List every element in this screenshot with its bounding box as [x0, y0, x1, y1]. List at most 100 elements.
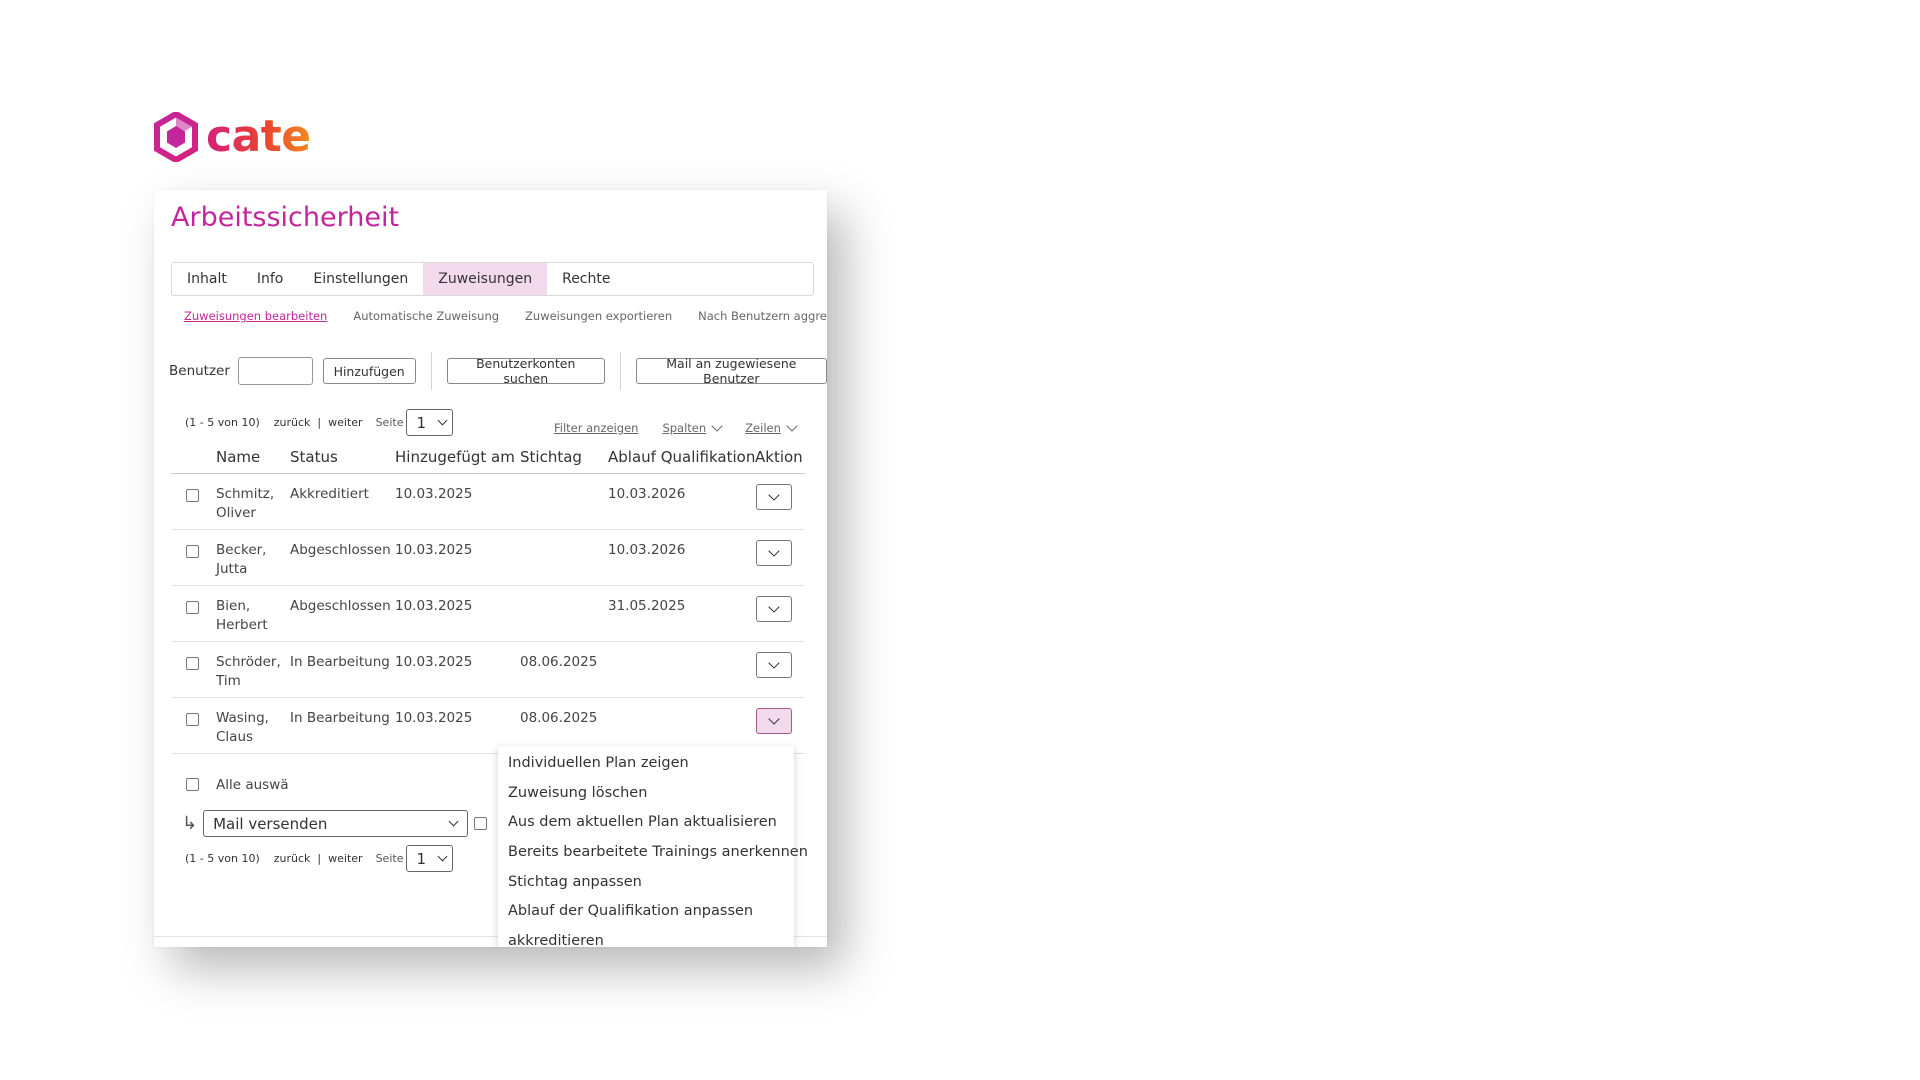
- row-action-button[interactable]: [756, 540, 792, 566]
- table-row: Schröder, Tim In Bearbeitung 10.03.2025 0…: [171, 642, 805, 698]
- row-name-first: Jutta: [216, 561, 248, 577]
- add-user-button[interactable]: Hinzufügen: [322, 358, 416, 384]
- pager-back-link[interactable]: zurück: [274, 852, 311, 865]
- row-status: In Bearbeitung: [290, 654, 390, 670]
- user-input[interactable]: [237, 357, 313, 385]
- chevron-down-icon: [438, 415, 448, 426]
- sub-navigation: Zuweisungen bearbeiten Automatische Zuwe…: [184, 309, 827, 323]
- header-name[interactable]: Name: [216, 448, 260, 466]
- page-select[interactable]: 1: [406, 845, 454, 872]
- rows-menu-link[interactable]: Zeilen: [745, 420, 798, 435]
- row-name-first: Herbert: [216, 617, 268, 633]
- row-checkbox[interactable]: [186, 489, 199, 502]
- tab-rechte[interactable]: Rechte: [547, 263, 625, 295]
- chevron-down-icon: [768, 601, 780, 613]
- menu-item-adjust-expiry[interactable]: Ablauf der Qualifikation anpassen: [498, 897, 794, 927]
- pager-page-label: Seite: [375, 852, 404, 865]
- menu-item-update-from-plan[interactable]: Aus dem aktuellen Plan aktualisieren: [498, 808, 794, 838]
- row-ablauf: 31.05.2025: [608, 598, 686, 614]
- menu-item-delete-assignment[interactable]: Zuweisung löschen: [498, 779, 794, 809]
- header-added[interactable]: Hinzugefügt am: [395, 448, 515, 466]
- table-row: Schmitz, Oliver Akkreditiert 10.03.2025 1…: [171, 474, 805, 530]
- row-name: Becker, Jutta: [216, 541, 266, 579]
- assignments-table: Name Status Hinzugefügt am Stichtag Abla…: [171, 442, 805, 754]
- row-checkbox[interactable]: [186, 713, 199, 726]
- bulk-action-value: Mail versenden: [213, 814, 328, 833]
- search-accounts-button[interactable]: Benutzerkonten suchen: [446, 356, 605, 386]
- header-ablauf[interactable]: Ablauf Qualifikation: [608, 448, 755, 466]
- columns-menu-label: Spalten: [662, 421, 707, 435]
- row-action-button[interactable]: [756, 652, 792, 678]
- chevron-down-icon: [768, 713, 780, 725]
- bulk-option-checkbox[interactable]: [474, 817, 488, 830]
- pager-top: (1 - 5 von 10) zurück | weiter Seite 1: [185, 409, 454, 436]
- pager-range: (1 - 5 von 10): [185, 852, 260, 865]
- pager-next-link[interactable]: weiter: [328, 852, 362, 865]
- subnav-zuweisungen-exportieren[interactable]: Zuweisungen exportieren: [525, 309, 672, 323]
- tab-einstellungen[interactable]: Einstellungen: [298, 263, 423, 295]
- table-header: Name Status Hinzugefügt am Stichtag Abla…: [171, 442, 805, 474]
- assignment-card: Arbeitssicherheit Inhalt Info Einstellun…: [154, 190, 827, 947]
- menu-item-adjust-stichtag[interactable]: Stichtag anpassen: [498, 868, 794, 898]
- row-action-button-open[interactable]: [756, 708, 792, 734]
- row-name-first: Tim: [216, 673, 241, 689]
- bulk-action-select[interactable]: Mail versenden: [203, 810, 469, 837]
- filter-toggle-label: Filter anzeigen: [554, 421, 639, 435]
- row-added: 10.03.2025: [395, 486, 473, 502]
- table-row: Bien, Herbert Abgeschlossen 10.03.2025 31…: [171, 586, 805, 642]
- rows-menu-label: Zeilen: [745, 421, 781, 435]
- page-select[interactable]: 1: [406, 409, 454, 436]
- row-name-first: Oliver: [216, 505, 256, 521]
- header-status[interactable]: Status: [290, 448, 338, 466]
- subnav-zuweisungen-bearbeiten[interactable]: Zuweisungen bearbeiten: [184, 309, 327, 323]
- row-name-last: Wasing,: [216, 710, 269, 726]
- page-select-value: 1: [416, 413, 427, 432]
- row-name-last: Becker,: [216, 542, 267, 558]
- row-status: Abgeschlossen: [290, 598, 391, 614]
- menu-item-accredit[interactable]: akkreditieren: [498, 927, 794, 947]
- menu-item-accept-trainings[interactable]: Bereits bearbeitete Trainings anerkennen: [498, 838, 808, 868]
- tab-zuweisungen[interactable]: Zuweisungen: [423, 263, 548, 295]
- pager-back-link[interactable]: zurück: [274, 416, 311, 429]
- columns-menu-link[interactable]: Spalten: [662, 420, 723, 435]
- row-checkbox[interactable]: [186, 545, 199, 558]
- header-stichtag[interactable]: Stichtag: [520, 448, 582, 466]
- toolbar-separator: [430, 352, 432, 390]
- header-aktion: Aktion: [755, 448, 803, 466]
- tab-bar: Inhalt Info Einstellungen Zuweisungen Re…: [171, 262, 814, 296]
- row-checkbox[interactable]: [186, 657, 199, 670]
- bulk-action-bar: ↳ Mail versenden: [182, 810, 488, 837]
- row-action-button[interactable]: [756, 596, 792, 622]
- row-name: Bien, Herbert: [216, 597, 268, 635]
- pager-range: (1 - 5 von 10): [185, 416, 260, 429]
- row-stichtag: 08.06.2025: [520, 654, 598, 670]
- row-ablauf: 10.03.2026: [608, 542, 686, 558]
- tab-inhalt[interactable]: Inhalt: [172, 263, 242, 295]
- chevron-down-icon: [768, 489, 780, 501]
- select-all-checkbox[interactable]: [186, 778, 199, 791]
- subnav-nach-benutzern-aggregiert[interactable]: Nach Benutzern aggregiert: [698, 309, 827, 323]
- row-action-button[interactable]: [756, 484, 792, 510]
- pager-pipe: |: [317, 852, 322, 865]
- chevron-down-icon: [711, 420, 723, 432]
- cate-logo: cate: [154, 111, 311, 163]
- mail-assigned-users-button[interactable]: Mail an zugewiesene Benutzer: [635, 356, 827, 386]
- chevron-down-icon: [786, 420, 798, 432]
- subnav-automatische-zuweisung[interactable]: Automatische Zuweisung: [353, 309, 499, 323]
- table-tools: Filter anzeigen Spalten Zeilen: [554, 420, 798, 435]
- menu-item-show-plan[interactable]: Individuellen Plan zeigen: [498, 749, 794, 779]
- toolbar-separator: [619, 352, 621, 390]
- pager-next-link[interactable]: weiter: [328, 416, 362, 429]
- page-title: Arbeitssicherheit: [171, 202, 400, 233]
- tab-info[interactable]: Info: [242, 263, 299, 295]
- row-status: In Bearbeitung: [290, 710, 390, 726]
- row-name-last: Bien,: [216, 598, 251, 614]
- filter-toggle-link[interactable]: Filter anzeigen: [554, 421, 638, 435]
- row-name: Schmitz, Oliver: [216, 485, 274, 523]
- row-name-last: Schröder,: [216, 654, 281, 670]
- row-ablauf: 10.03.2026: [608, 486, 686, 502]
- pager-pipe: |: [317, 416, 322, 429]
- row-name-first: Claus: [216, 729, 254, 745]
- user-label: Benutzer: [169, 363, 230, 379]
- row-checkbox[interactable]: [186, 601, 199, 614]
